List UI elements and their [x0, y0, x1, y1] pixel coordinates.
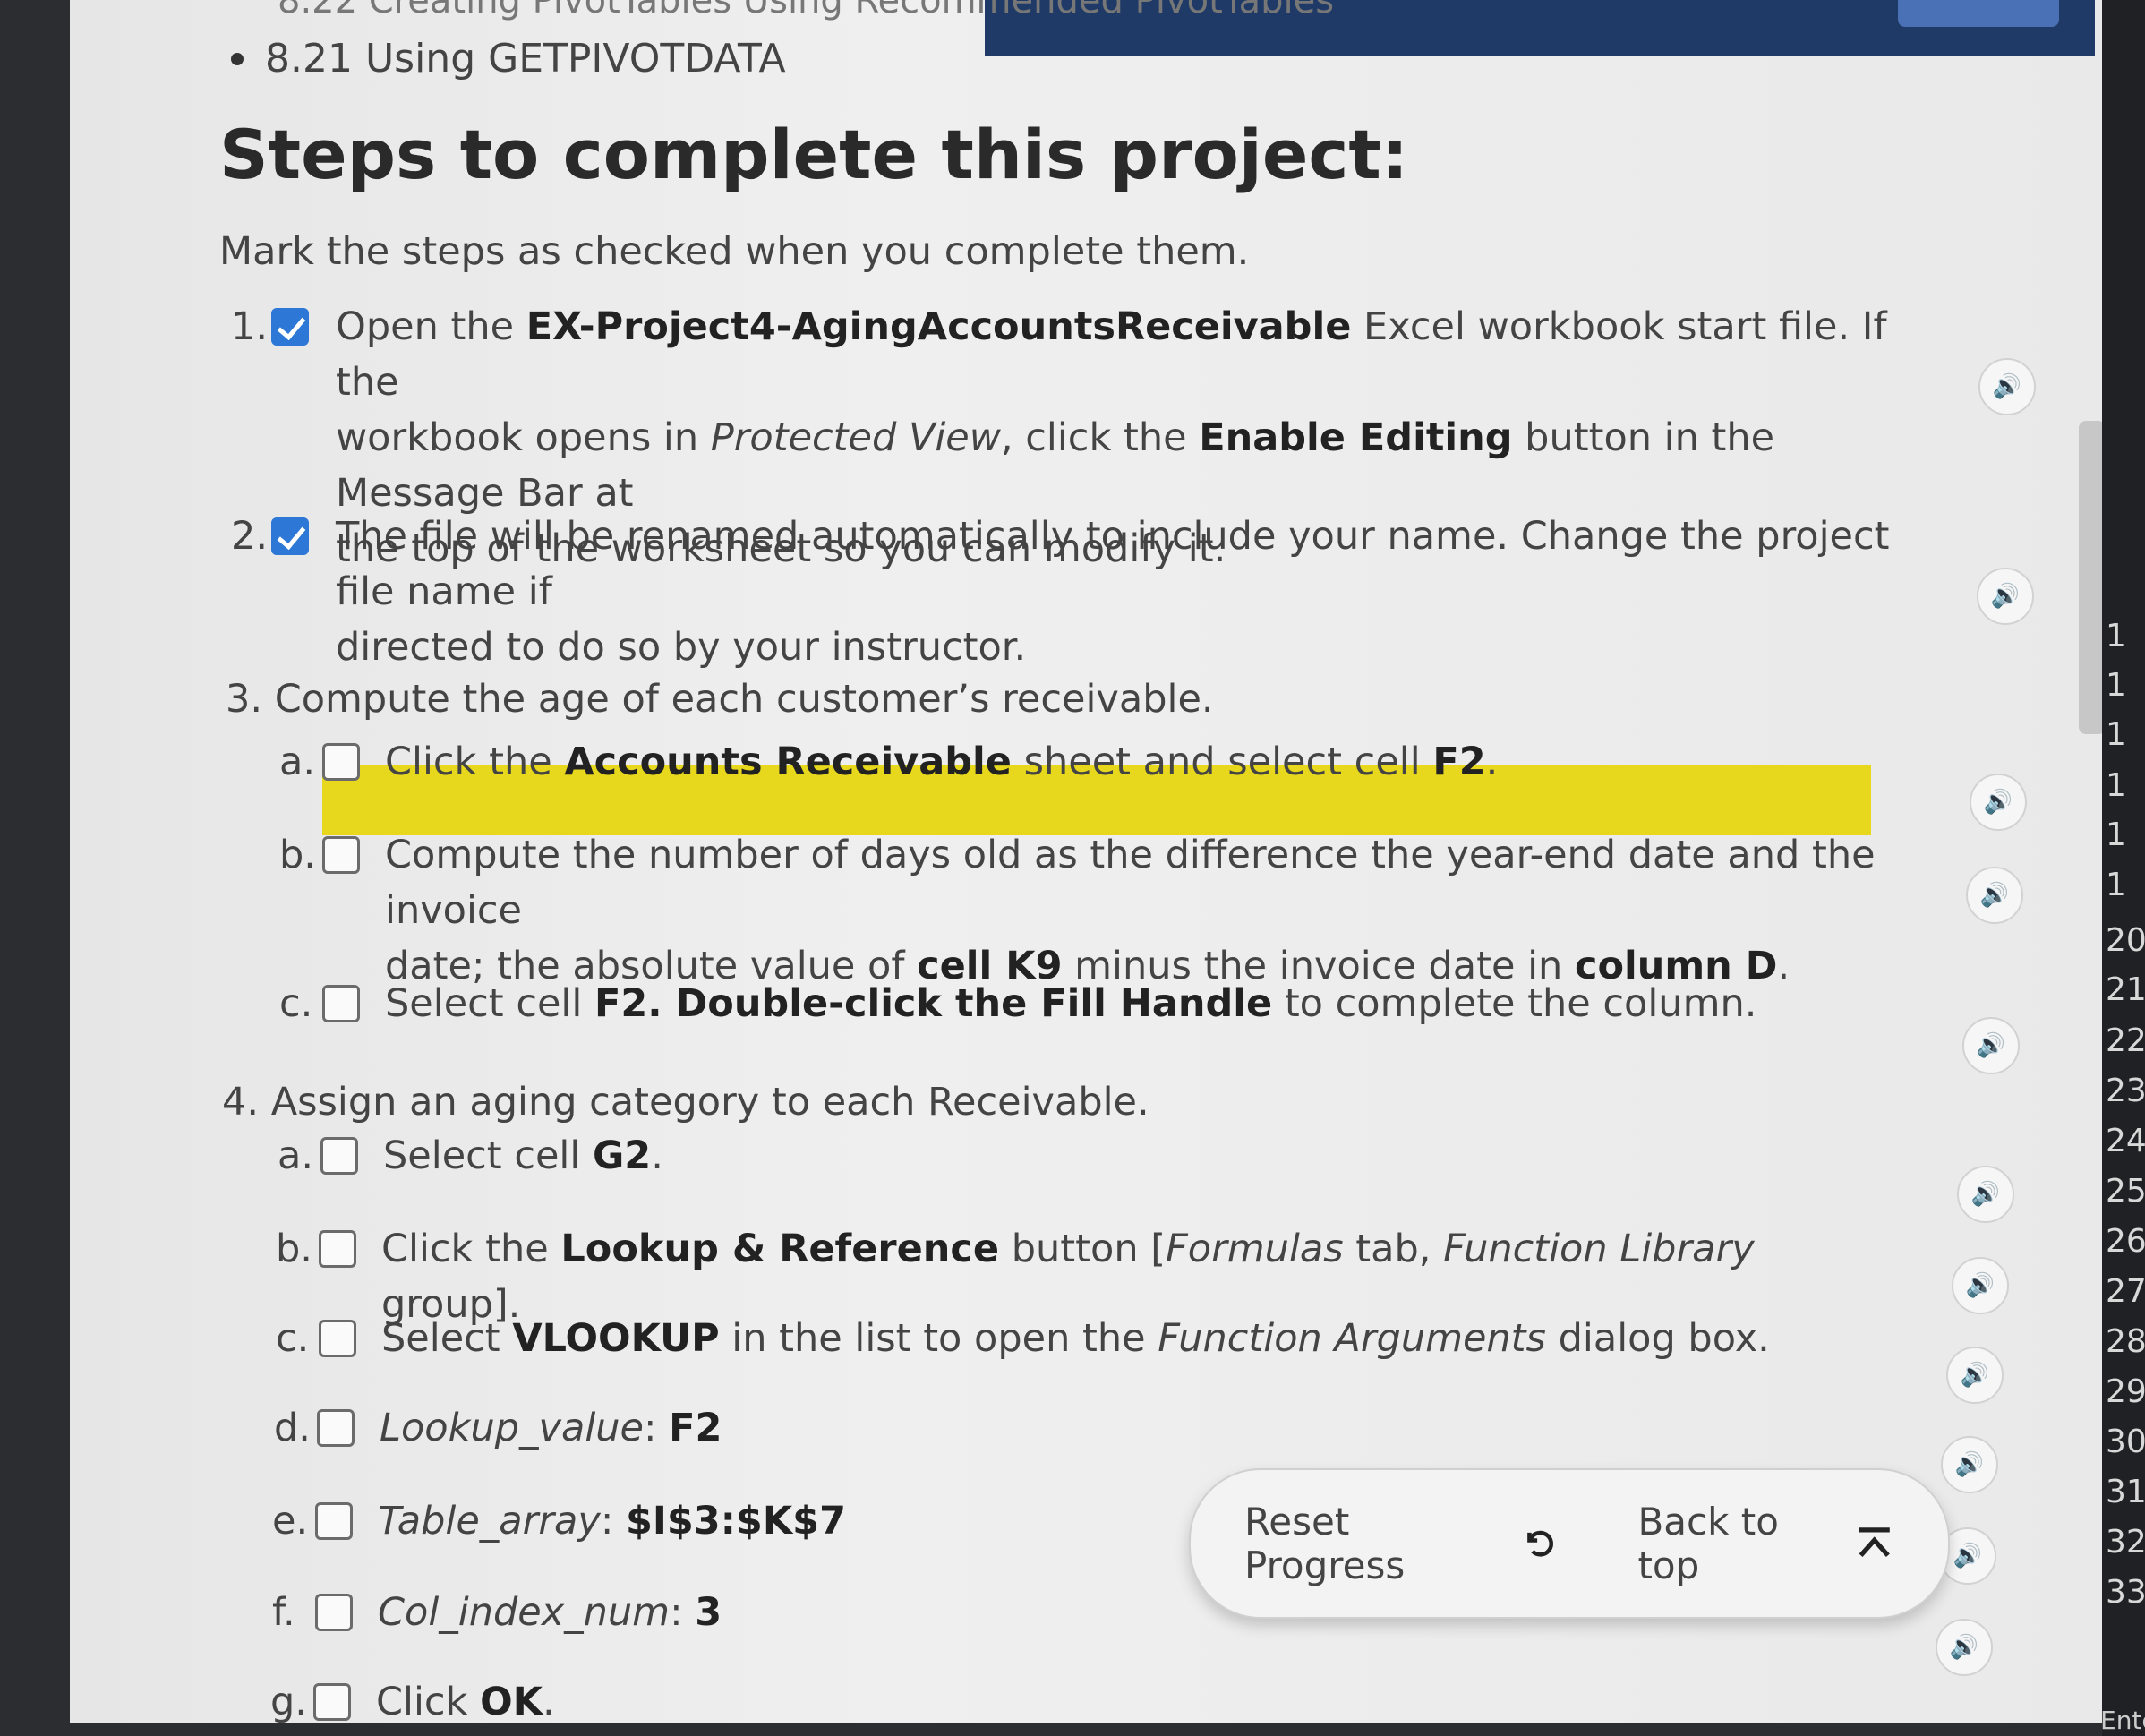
screen: 8.22 Creating PivotTables Using Recommen… [0, 0, 2145, 1736]
speaker-icon[interactable]: 🔊 [1970, 774, 2027, 831]
back-to-top-button[interactable]: Back to top [1637, 1500, 1894, 1587]
undo-icon [1526, 1530, 1553, 1557]
toc-current-label: 8.21 Using GETPIVOTDATA [265, 36, 786, 81]
speaker-icon[interactable]: 🔊 [1977, 568, 2034, 625]
step-4g-checkbox[interactable] [313, 1683, 351, 1721]
speaker-icon[interactable]: 🔊 [1941, 1436, 1998, 1493]
step-1: 1. Open the EX-Project4-AgingAccountsRec… [231, 299, 1932, 571]
step-3-title: 3. Compute the age of each customer’s re… [226, 677, 1214, 722]
top-banner-button[interactable] [1898, 0, 2059, 27]
speaker-icon[interactable]: 🔊 [1957, 1166, 2014, 1223]
page-title: Steps to complete this project: [219, 115, 1409, 194]
step-4f-checkbox[interactable] [315, 1594, 353, 1631]
intro-text: Mark the steps as checked when you compl… [219, 229, 1250, 274]
bullet-icon [231, 52, 244, 65]
step-4a-checkbox[interactable] [320, 1137, 358, 1175]
step-4b-checkbox[interactable] [319, 1230, 356, 1268]
enter-key-label: Ente [2100, 1706, 2145, 1735]
step-2-text: The file will be renamed automatically t… [336, 514, 1890, 670]
step-4d-checkbox[interactable] [317, 1409, 355, 1447]
step-number: 2. [231, 514, 269, 559]
floating-progress-bar: Reset Progress Back to top [1189, 1468, 1950, 1619]
speaker-icon[interactable]: 🔊 [1966, 867, 2023, 924]
speaker-icon[interactable]: 🔊 [1936, 1619, 1993, 1676]
speaker-icon[interactable]: 🔊 [1978, 358, 2036, 415]
step-2: 2. The file will be renamed automaticall… [231, 509, 1932, 670]
step-4c-checkbox[interactable] [319, 1320, 356, 1357]
step-2-checkbox[interactable] [271, 517, 309, 555]
speaker-icon[interactable]: 🔊 [1962, 1017, 2020, 1074]
step-3c-checkbox[interactable] [322, 985, 360, 1022]
line-number-gutter: 1 1 1 1 1 1 20 21 22 23 24 25 26 27 28 2… [2102, 0, 2145, 1736]
toc-current-item[interactable]: 8.21 Using GETPIVOTDATA [231, 36, 786, 81]
step-3a-checkbox[interactable] [322, 743, 360, 781]
reset-progress-button[interactable]: Reset Progress [1244, 1500, 1557, 1587]
step-3b: b. Compute the number of days old as the… [279, 833, 1876, 988]
step-1-checkbox[interactable] [271, 308, 309, 346]
arrow-to-top-icon [1859, 1527, 1890, 1558]
speaker-icon[interactable]: 🔊 [1952, 1257, 2009, 1314]
step-4-title: 4. Assign an aging category to each Rece… [222, 1080, 1149, 1125]
speaker-icon[interactable]: 🔊 [1946, 1347, 2004, 1404]
step-3b-checkbox[interactable] [322, 836, 360, 874]
toc-previous-item[interactable]: 8.22 Creating PivotTables Using Recommen… [278, 0, 1334, 21]
step-4e-checkbox[interactable] [315, 1502, 353, 1540]
step-number: 1. [231, 304, 269, 349]
